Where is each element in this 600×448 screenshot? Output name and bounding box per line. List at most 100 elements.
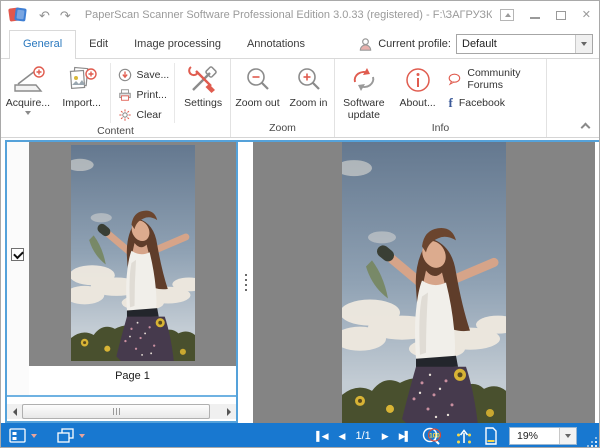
- facebook-button[interactable]: f Facebook: [442, 91, 546, 115]
- page-caption: Page 1: [29, 366, 236, 386]
- thumbnail-panel-footer: [7, 395, 236, 421]
- panel-splitter[interactable]: [238, 142, 253, 423]
- zoom-out-label: Zoom out: [235, 97, 279, 109]
- print-label: Print...: [137, 89, 167, 101]
- ribbon-group-content: Acquire... Import... Save...: [1, 59, 231, 137]
- community-forums-label: Community Forums: [467, 67, 546, 91]
- page-thumbnail-image: [71, 145, 195, 361]
- page-thumbnail-cell[interactable]: [29, 142, 236, 366]
- window-resize-grip[interactable]: [588, 438, 597, 447]
- zoom-out-icon: [244, 64, 272, 96]
- acquire-dropdown-icon: [25, 111, 31, 115]
- scroll-left-icon: [13, 408, 17, 416]
- profile-select-chevron[interactable]: [575, 35, 592, 53]
- refresh-update-icon: [348, 64, 380, 96]
- zoom-in-icon: [295, 64, 323, 96]
- profile-select[interactable]: Default: [456, 34, 593, 54]
- zoom-in-button[interactable]: Zoom in: [284, 61, 334, 122]
- next-page-button[interactable]: ▶: [382, 432, 388, 441]
- undo-button[interactable]: ↶: [39, 9, 50, 22]
- content-area: Page 1: [1, 138, 599, 423]
- document-page-image: [342, 142, 506, 423]
- zoom-in-label: Zoom in: [290, 97, 328, 109]
- view-layout-dropdown-icon[interactable]: [31, 434, 37, 438]
- scanner-acquire-icon: [11, 64, 45, 96]
- save-button[interactable]: Save...: [112, 65, 174, 85]
- redo-button[interactable]: ↷: [60, 9, 71, 22]
- ribbon-display-options-button[interactable]: [500, 9, 514, 21]
- clear-icon: [118, 108, 132, 122]
- tab-image-processing[interactable]: Image processing: [121, 31, 234, 58]
- tab-general[interactable]: General: [9, 30, 76, 59]
- current-profile-label: Current profile:: [378, 38, 451, 50]
- status-bar: ▌◀ ◀ 1/1 ▶ ▶▌ 100 19%: [1, 423, 599, 448]
- clear-label: Clear: [137, 109, 162, 121]
- fit-to-window-button[interactable]: [455, 427, 473, 445]
- first-page-button[interactable]: ▌◀: [316, 432, 327, 441]
- cascade-view-dropdown-icon[interactable]: [79, 434, 85, 438]
- current-profile-control: Current profile: Default: [358, 34, 593, 54]
- save-label: Save...: [137, 69, 170, 81]
- community-forums-button[interactable]: Community Forums: [442, 67, 546, 91]
- software-update-button[interactable]: Software update: [335, 61, 393, 122]
- document-canvas[interactable]: [253, 142, 595, 423]
- settings-button[interactable]: Settings: [176, 61, 230, 125]
- zoom-out-button[interactable]: Zoom out: [232, 61, 284, 122]
- speech-bubble-icon: [448, 72, 461, 86]
- document-view-wrap: [238, 140, 599, 423]
- zoom-100-button[interactable]: 100: [421, 426, 444, 446]
- minimize-button[interactable]: [530, 17, 540, 19]
- tab-annotations[interactable]: Annotations: [234, 31, 318, 58]
- printer-icon: [118, 88, 132, 102]
- zoom-level-select[interactable]: 19%: [509, 427, 577, 445]
- acquire-button[interactable]: Acquire...: [1, 61, 55, 125]
- ribbon: Acquire... Import... Save...: [1, 59, 599, 138]
- clear-button[interactable]: Clear: [112, 105, 174, 125]
- ribbon-group-zoom: Zoom out Zoom in Zoom: [231, 59, 335, 137]
- last-page-button[interactable]: ▶▌: [399, 432, 410, 441]
- profile-select-value: Default: [457, 38, 575, 50]
- scroll-right-icon: [227, 408, 231, 416]
- ribbon-group-info: Software update About... Community Forum…: [335, 59, 547, 137]
- import-label: Import...: [62, 97, 101, 109]
- cascade-view-icon[interactable]: [57, 428, 75, 444]
- app-logo-icon: [9, 6, 27, 24]
- ribbon-separator: [110, 63, 111, 123]
- about-button[interactable]: About...: [393, 61, 443, 122]
- zoom-level-chevron[interactable]: [559, 428, 576, 444]
- page-checkbox[interactable]: [11, 248, 24, 261]
- zoom-level-value: 19%: [510, 430, 559, 442]
- maximize-button[interactable]: [556, 11, 566, 20]
- scrollbar-thumb[interactable]: [22, 404, 210, 419]
- scroll-right-button[interactable]: [221, 404, 236, 419]
- thumbnail-gutter: [7, 142, 29, 395]
- software-update-label: Software update: [335, 97, 393, 121]
- page-indicator: 1/1: [355, 430, 370, 442]
- thumbnail-panel: Page 1: [5, 140, 238, 423]
- app-window: ↶ ↷ PaperScan Scanner Software Professio…: [0, 0, 600, 448]
- title-bar: ↶ ↷ PaperScan Scanner Software Professio…: [1, 1, 599, 29]
- zoom-100-badge: 100: [429, 433, 440, 440]
- group-label-content: Content: [1, 125, 230, 137]
- import-button[interactable]: Import...: [55, 61, 109, 125]
- facebook-icon: f: [448, 95, 452, 111]
- ribbon-separator: [174, 63, 175, 123]
- chevron-down-icon: [565, 434, 571, 438]
- tab-edit[interactable]: Edit: [76, 31, 121, 58]
- close-button[interactable]: ✕: [582, 10, 591, 21]
- window-title: PaperScan Scanner Software Professional …: [85, 9, 492, 21]
- group-label-zoom: Zoom: [231, 122, 334, 137]
- import-document-icon: [65, 64, 99, 96]
- collapse-ribbon-button[interactable]: [581, 123, 591, 133]
- print-button[interactable]: Print...: [112, 85, 174, 105]
- settings-tools-icon: [187, 64, 219, 96]
- view-layout-icon[interactable]: [9, 428, 27, 444]
- ribbon-tab-bar: General Edit Image processing Annotation…: [1, 29, 599, 59]
- previous-page-button[interactable]: ◀: [339, 432, 345, 441]
- save-download-icon: [118, 68, 132, 82]
- group-label-info: Info: [335, 122, 546, 137]
- fit-page-button[interactable]: [484, 427, 498, 445]
- scroll-left-button[interactable]: [7, 404, 22, 419]
- thumbnail-horizontal-scrollbar[interactable]: [7, 404, 236, 419]
- info-about-icon: [404, 64, 432, 96]
